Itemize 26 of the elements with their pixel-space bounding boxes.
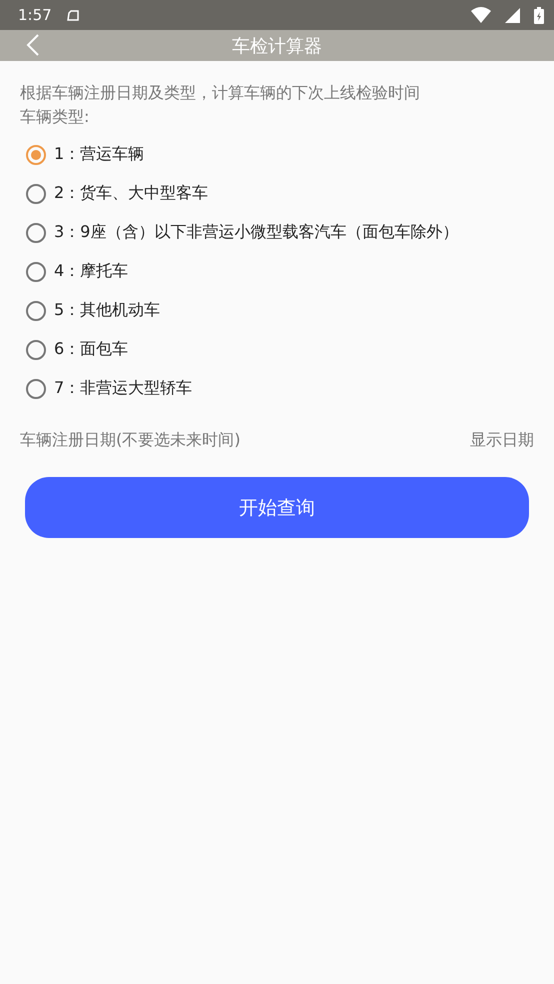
radio-button[interactable] <box>26 184 46 204</box>
notification-icon <box>66 8 80 22</box>
date-value[interactable]: 显示日期 <box>470 430 534 451</box>
radio-label[interactable]: 7：非营运大型轿车 <box>54 378 192 399</box>
radio-button[interactable] <box>26 222 46 242</box>
vehicle-type-label: 车辆类型: <box>20 106 90 128</box>
radio-label[interactable]: 1：营运车辆 <box>54 144 144 165</box>
radio-button[interactable] <box>26 144 46 164</box>
radio-label[interactable]: 3：9座（含）以下非营运小微型载客汽车（面包车除外） <box>54 222 458 243</box>
description-text: 根据车辆注册日期及类型，计算车辆的下次上线检验时间 <box>20 82 421 104</box>
status-time: 1:57 <box>18 6 52 24</box>
radio-label[interactable]: 5：其他机动车 <box>54 300 160 321</box>
page-title: 车检计算器 <box>232 34 322 58</box>
back-icon[interactable] <box>26 34 40 56</box>
wifi-icon <box>471 7 491 23</box>
battery-icon <box>534 6 544 24</box>
radio-button[interactable] <box>26 300 46 320</box>
radio-label[interactable]: 4：摩托车 <box>54 261 128 282</box>
radio-label[interactable]: 6：面包车 <box>54 339 128 360</box>
radio-button[interactable] <box>26 262 46 282</box>
signal-icon <box>505 8 520 22</box>
radio-label[interactable]: 2：货车、大中型客车 <box>54 183 208 204</box>
search-button[interactable]: 开始查询 <box>25 477 529 538</box>
radio-button[interactable] <box>26 340 46 360</box>
date-label: 车辆注册日期(不要选未来时间) <box>20 430 240 451</box>
radio-button[interactable] <box>26 378 46 398</box>
